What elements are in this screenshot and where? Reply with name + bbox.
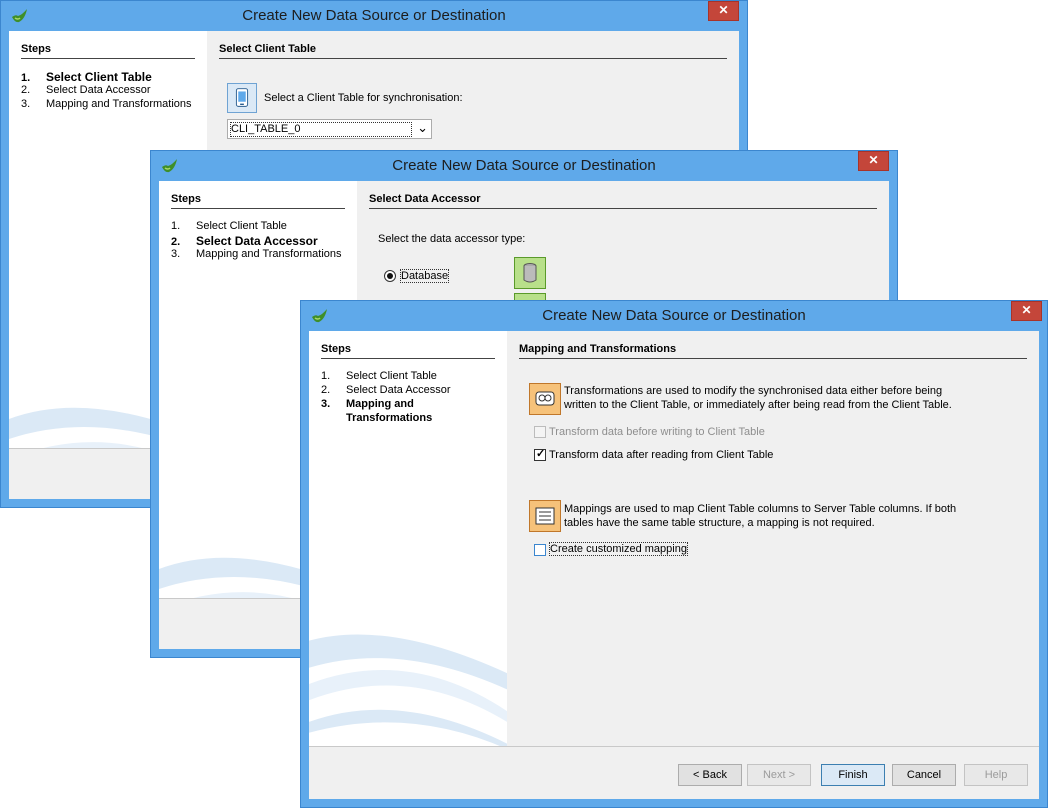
transform-before-writing-checkbox[interactable] [534,426,546,438]
step-3: 3. Mapping and Transformations [21,98,192,110]
create-customized-mapping-checkbox[interactable] [534,544,546,556]
radio-database[interactable] [384,270,396,282]
step-3-continued: Transformations [346,412,433,424]
client-table-prompt: Select a Client Table for synchronisatio… [264,92,463,104]
content-panel: Mapping and Transformations Transformati… [507,331,1039,799]
step-1: 1. Select Client Table [21,70,152,84]
step-2: 2. Select Data Accessor [21,84,151,96]
steps-heading: Steps [171,193,345,209]
database-icon [514,257,546,289]
mapping-description-line1: Mappings are used to map Client Table co… [564,503,957,515]
accessor-type-prompt: Select the data accessor type: [378,233,526,245]
radio-database-label[interactable]: Database [400,269,450,283]
mapping-icon [529,500,561,532]
transformation-description-line2: written to the Client Table, or immediat… [564,399,952,411]
client-table-icon [227,83,257,113]
step-1: 1. Select Client Table [171,220,287,232]
transform-before-writing-label: Transform data before writing to Client … [549,426,765,438]
section-title: Select Data Accessor [369,193,877,209]
title-bar[interactable]: Create New Data Source or Destination ✕ [301,301,1047,331]
section-title: Mapping and Transformations [519,343,1027,359]
transformation-description-line1: Transformations are used to modify the s… [564,385,943,397]
finish-button[interactable]: Finish [821,764,885,786]
dialog-body: Steps 1. Select Client Table 2. Select Dat… [309,331,1039,799]
window-title: Create New Data Source or Destination [242,7,506,24]
close-button[interactable]: ✕ [708,1,739,21]
decorative-swoosh [309,634,507,749]
next-button[interactable]: Next > [747,764,811,786]
transform-after-reading-checkbox[interactable]: ✓ [534,448,546,461]
steps-heading: Steps [321,343,495,359]
close-button[interactable]: ✕ [858,151,889,171]
step-2: 2. Select Data Accessor [171,234,318,248]
transform-after-reading-label: Transform data after reading from Client… [549,449,774,461]
dialog-window-mapping-and-transformations: Create New Data Source or Destination ✕ … [300,300,1048,808]
chevron-down-icon[interactable]: ⌄ [417,120,428,136]
transformation-icon [529,383,561,415]
title-bar[interactable]: Create New Data Source or Destination ✕ [151,151,897,181]
cancel-button[interactable]: Cancel [892,764,956,786]
client-table-select[interactable]: CLI_TABLE_0 ⌄ [227,119,432,139]
help-button[interactable]: Help [964,764,1028,786]
step-2: 2. Select Data Accessor [321,384,451,396]
step-3: 3. Mapping and [321,398,414,410]
close-button[interactable]: ✕ [1011,301,1042,321]
title-bar[interactable]: Create New Data Source or Destination ✕ [1,1,747,31]
back-button[interactable]: < Back [678,764,742,786]
mapping-description-line2: tables have the same table structure, a … [564,517,875,529]
window-title: Create New Data Source or Destination [392,157,656,174]
footer-bar: < Back Next > Finish Cancel Help [309,746,1039,799]
create-customized-mapping-label: Create customized mapping [549,542,688,556]
step-1: 1. Select Client Table [321,370,437,382]
section-title: Select Client Table [219,43,727,59]
client-table-select-value: CLI_TABLE_0 [230,122,412,137]
checkmark-icon: ✓ [536,448,546,460]
window-title: Create New Data Source or Destination [542,307,806,324]
steps-panel: Steps 1. Select Client Table 2. Select Dat… [309,331,507,799]
step-3: 3. Mapping and Transformations [171,248,342,260]
steps-heading: Steps [21,43,195,59]
